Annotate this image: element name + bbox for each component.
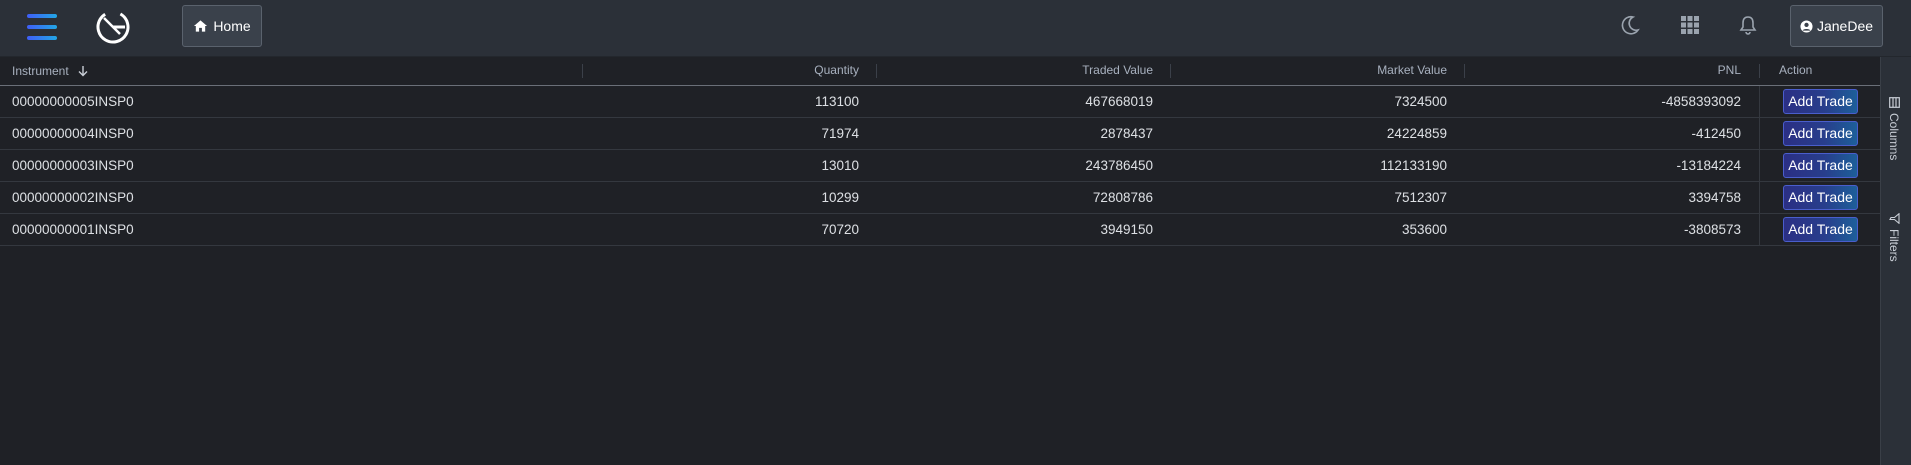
columns-icon [1888,97,1900,108]
column-divider [1759,214,1760,245]
hamburger-menu-icon[interactable] [27,14,57,40]
top-navigation-bar: Home JaneDee [0,0,1911,57]
column-resize-handle[interactable] [582,64,583,78]
cell-traded-value: 2878437 [1100,126,1153,141]
cell-quantity: 70720 [821,222,859,237]
cell-pnl: -412450 [1691,126,1741,141]
cell-market-value: 7512307 [1394,190,1447,205]
column-divider [1759,182,1760,213]
cell-instrument: 00000000004INSP0 [12,126,134,141]
user-avatar-icon [1800,19,1813,33]
column-header-instrument[interactable]: Instrument [12,57,162,85]
table-row[interactable]: 00000000002INSP0 10299 72808786 7512307 3394… [0,182,1880,214]
table-row[interactable]: 00000000004INSP0 71974 2878437 24224859 -412… [0,118,1880,150]
home-button[interactable]: Home [182,5,262,47]
table-row[interactable]: 00000000001INSP0 70720 3949150 353600 -38085… [0,214,1880,246]
add-trade-button[interactable]: Add Trade [1783,153,1858,178]
cell-instrument: 00000000005INSP0 [12,94,134,109]
add-trade-button[interactable]: Add Trade [1783,185,1858,210]
cell-traded-value: 72808786 [1092,190,1153,205]
column-header-pnl[interactable]: PNL [1480,57,1741,85]
columns-tab-label: Columns [1887,113,1901,161]
user-name: JaneDee [1816,18,1874,34]
home-icon [194,20,208,32]
positions-grid: Instrument Quantity Traded Value Market … [0,57,1880,246]
cell-quantity: 13010 [821,158,859,173]
column-resize-handle[interactable] [1759,64,1760,78]
columns-tool-tab[interactable]: Columns [1887,97,1901,160]
grid-body: 00000000005INSP0 113100 467668019 7324500 -4… [0,86,1880,246]
cell-pnl: 3394758 [1688,190,1741,205]
column-resize-handle[interactable] [1170,64,1171,78]
cell-traded-value: 3949150 [1100,222,1153,237]
table-row[interactable]: 00000000003INSP0 13010 243786450 112133190 -… [0,150,1880,182]
cell-market-value: 24224859 [1386,126,1447,141]
column-divider [1759,86,1760,117]
user-menu-button[interactable]: JaneDee [1790,5,1883,47]
cell-pnl: -13184224 [1676,158,1741,173]
cell-quantity: 113100 [814,94,859,109]
filter-icon [1888,213,1900,224]
moon-icon[interactable] [1619,14,1641,36]
add-trade-button[interactable]: Add Trade [1783,121,1858,146]
column-header-action[interactable]: Action [1779,57,1869,85]
home-button-label: Home [213,18,251,34]
filters-tab-label: Filters [1887,229,1901,262]
cell-instrument: 00000000002INSP0 [12,190,134,205]
filters-tool-tab[interactable]: Filters [1887,213,1901,262]
column-resize-handle[interactable] [876,64,877,78]
cell-instrument: 00000000001INSP0 [12,222,134,237]
sort-descending-icon [78,66,88,77]
column-resize-handle[interactable] [1464,64,1465,78]
cell-pnl: -4858393092 [1661,94,1741,109]
bell-icon[interactable] [1737,14,1759,36]
brand-logo[interactable] [94,8,132,46]
add-trade-button[interactable]: Add Trade [1783,217,1858,242]
cell-market-value: 7324500 [1394,94,1447,109]
column-header-quantity[interactable]: Quantity [600,57,859,85]
cell-pnl: -3808573 [1683,222,1741,237]
grid-side-panel: Columns Filters [1880,57,1911,465]
cell-market-value: 112133190 [1380,158,1447,173]
cell-quantity: 10299 [821,190,859,205]
cell-market-value: 353600 [1401,222,1447,237]
column-divider [1759,150,1760,181]
column-header-label: Instrument [12,63,69,78]
table-row[interactable]: 00000000005INSP0 113100 467668019 7324500 -4… [0,86,1880,118]
cell-instrument: 00000000003INSP0 [12,158,134,173]
grid-apps-icon[interactable] [1679,14,1701,36]
grid-header-row: Instrument Quantity Traded Value Market … [0,57,1880,86]
cell-traded-value: 467668019 [1085,94,1153,109]
cell-quantity: 71974 [821,126,859,141]
column-header-market-value[interactable]: Market Value [1185,57,1447,85]
column-header-traded-value[interactable]: Traded Value [890,57,1153,85]
column-divider [1759,118,1760,149]
cell-traded-value: 243786450 [1085,158,1153,173]
add-trade-button[interactable]: Add Trade [1783,89,1858,114]
